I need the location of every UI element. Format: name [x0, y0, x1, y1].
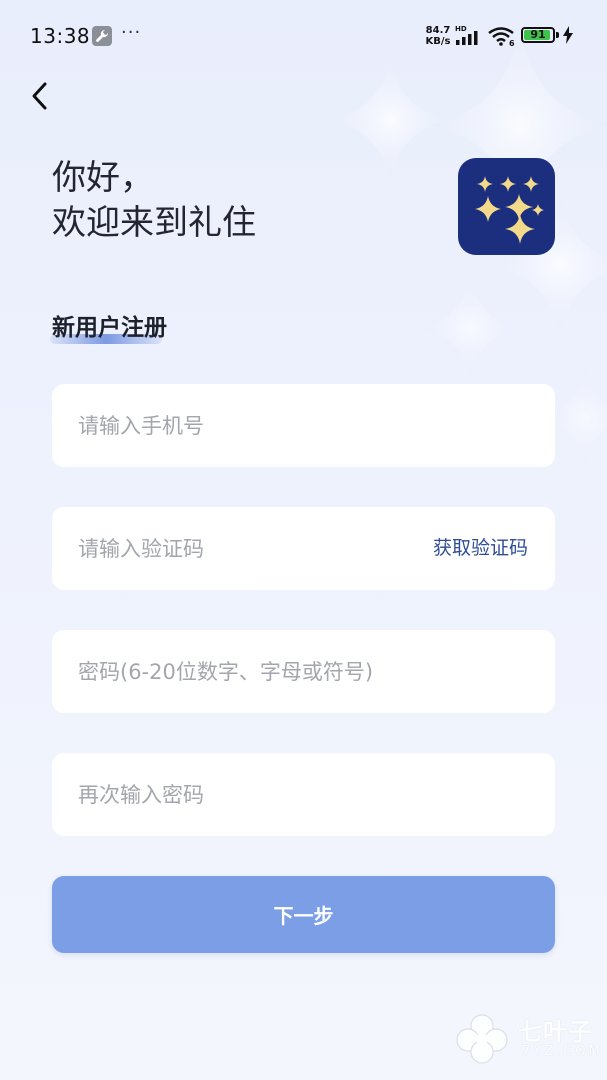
battery-level: 91 [530, 28, 546, 41]
svg-text:6: 6 [509, 39, 515, 47]
battery-icon: 91 [521, 27, 555, 43]
greeting: 你好， 欢迎来到礼住 [52, 156, 256, 246]
signal-icon [456, 31, 478, 45]
watermark-text: 七叶子 [518, 1018, 593, 1046]
password-field[interactable] [52, 630, 555, 713]
sparkle-logo-icon [458, 158, 555, 255]
greeting-line-1: 你好， [52, 158, 154, 198]
verification-code-field[interactable]: 获取验证码 [52, 507, 555, 590]
phone-field[interactable] [52, 384, 555, 467]
chevron-left-icon [32, 82, 47, 110]
charging-icon [563, 26, 573, 44]
verification-code-input[interactable] [78, 507, 378, 590]
password-input[interactable] [78, 630, 528, 713]
status-bar: 13:38 ··· 84.7 KB/s HD 6 91 [0, 0, 607, 72]
phone-input[interactable] [78, 384, 378, 467]
leaf-logo-icon [456, 1014, 508, 1064]
wrench-icon [92, 26, 112, 46]
network-speed: 84.7 KB/s [425, 25, 451, 47]
section-title-wrap: 新用户注册 [52, 308, 167, 342]
confirm-password-field[interactable] [52, 753, 555, 836]
confirm-password-input[interactable] [78, 753, 528, 836]
next-button[interactable]: 下一步 [52, 876, 555, 953]
watermark: 七叶子 7YZ.COM [452, 1010, 602, 1070]
battery-tip [556, 32, 559, 38]
get-code-button[interactable]: 获取验证码 [433, 507, 528, 590]
back-button[interactable] [22, 78, 58, 114]
greeting-line-2: 欢迎来到礼住 [52, 203, 256, 243]
more-notifications-icon: ··· [121, 22, 142, 43]
status-time: 13:38 [30, 24, 91, 48]
watermark-subtext: 7YZ.COM [522, 1044, 603, 1059]
wifi-icon: 6 [488, 27, 515, 47]
section-title: 新用户注册 [52, 315, 167, 341]
